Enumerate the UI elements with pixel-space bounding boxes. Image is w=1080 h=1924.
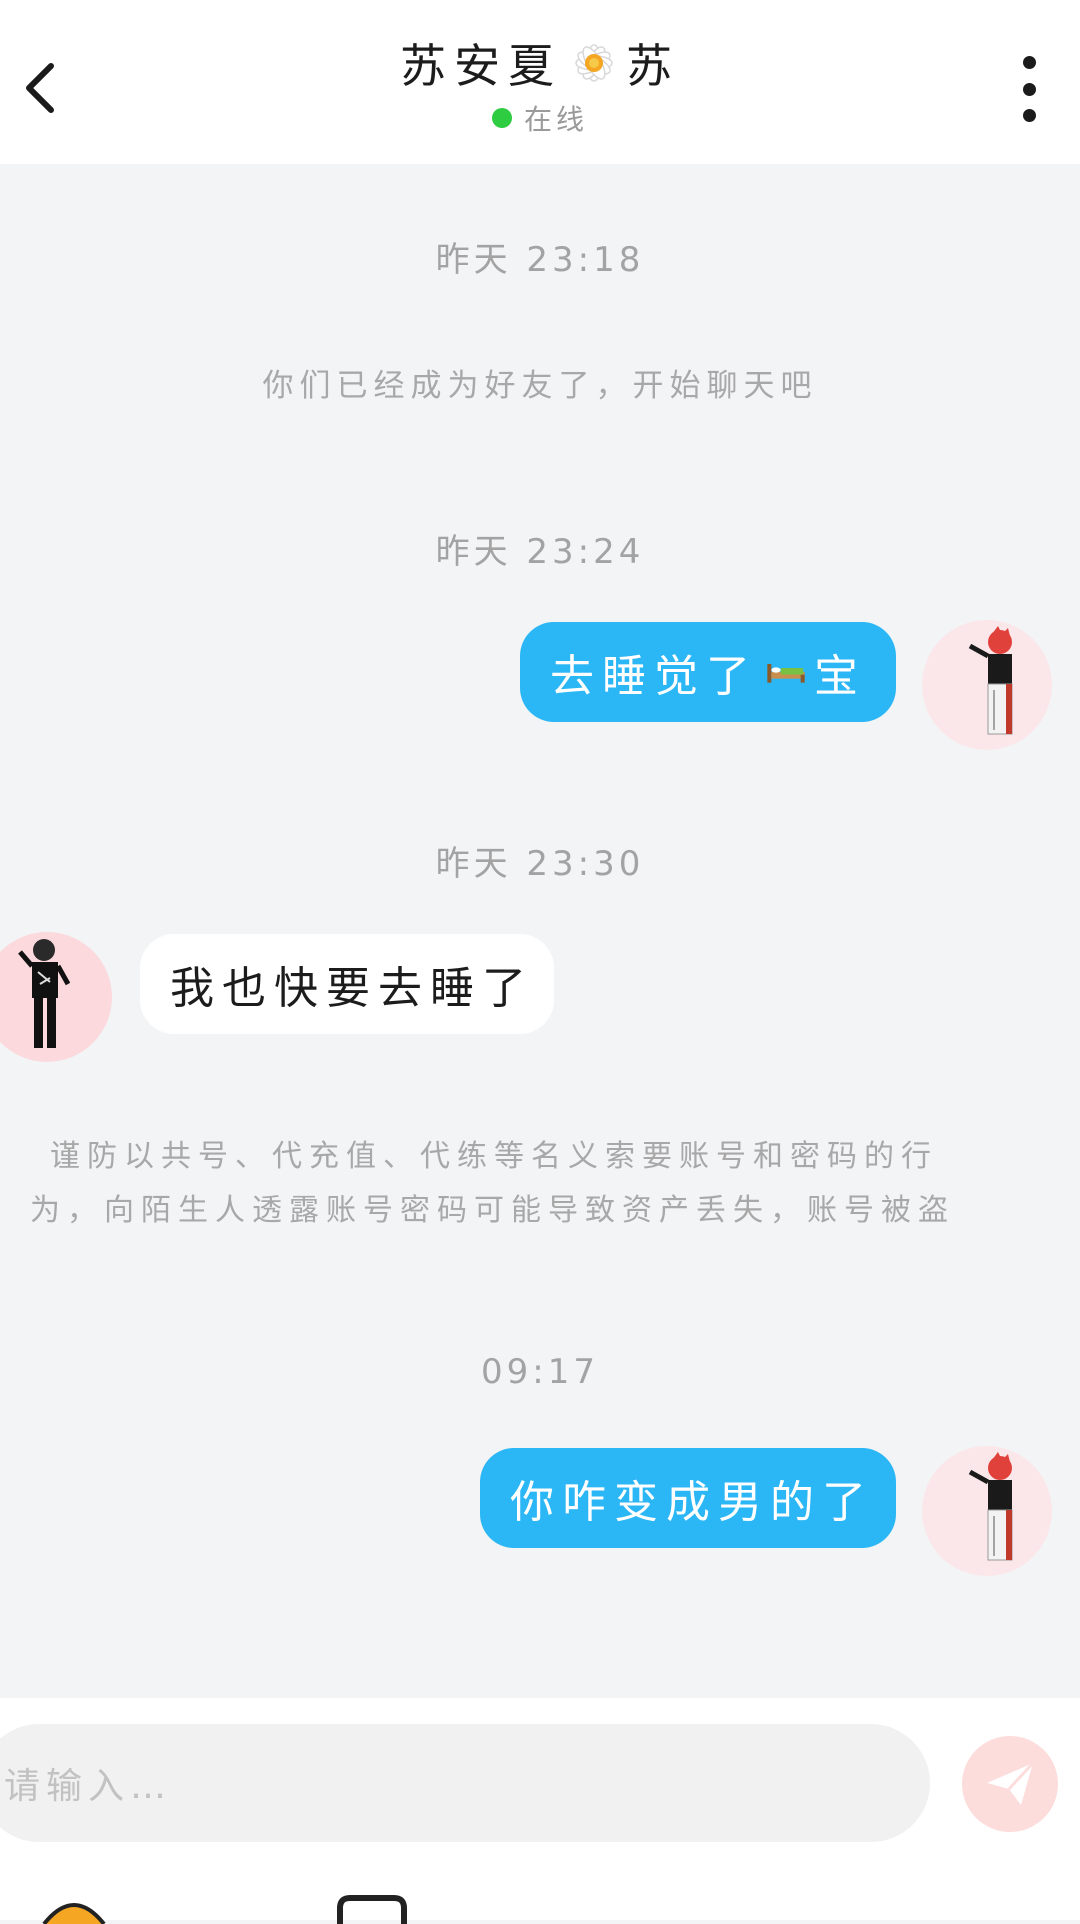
chat-title-area: 苏安夏 苏 在线 <box>0 30 1080 138</box>
timestamp: 09:17 <box>481 1352 599 1392</box>
warning-line: 谨防以共号、代充值、代练等名义索要账号和密码的行 <box>50 1139 938 1174</box>
warning-line: 为，向陌生人透露账号密码可能导致资产丢失，账号被盗 <box>30 1193 955 1228</box>
system-message: 你们已经成为好友了，开始聊天吧 <box>262 368 818 404</box>
security-warning: 谨防以共号、代充值、代练等名义索要账号和密码的行 为，向陌生人透露账号密码可能导… <box>30 1130 1030 1238</box>
outgoing-message-bubble[interactable]: 去睡觉了 宝 <box>520 622 896 722</box>
online-status-label: 在线 <box>523 103 588 136</box>
timestamp: 昨天 23:18 <box>435 240 645 280</box>
message-text: 我也快要去睡了 <box>170 963 534 1014</box>
paper-plane-icon <box>987 1761 1035 1805</box>
message-list[interactable]: 昨天 23:18 你们已经成为好友了，开始聊天吧 昨天 23:24 去睡觉了 宝… <box>0 164 1080 1698</box>
my-avatar[interactable] <box>922 620 1052 750</box>
avatar-figure-icon <box>968 626 1013 735</box>
timestamp: 昨天 23:30 <box>435 844 645 884</box>
composer-bar: 请输入… <box>0 1698 1080 1924</box>
message-input[interactable]: 请输入… <box>0 1724 930 1842</box>
message-text: 你咋变成男的了 <box>510 1477 874 1528</box>
avatar-figure-icon <box>18 939 71 1048</box>
my-avatar[interactable] <box>922 1446 1052 1576</box>
message-text: 去睡觉了 <box>550 651 758 702</box>
input-placeholder: 请输入… <box>4 1766 173 1807</box>
daisy-icon <box>575 44 613 82</box>
more-options-button[interactable] <box>1004 56 1054 122</box>
online-dot-icon <box>491 108 512 128</box>
contact-name-part1: 苏安夏 <box>400 39 562 93</box>
contact-name[interactable]: 苏安夏 苏 <box>400 30 680 96</box>
avatar-figure-icon <box>968 1452 1013 1561</box>
more-dot-icon <box>1022 56 1036 69</box>
send-button[interactable] <box>962 1736 1058 1832</box>
incoming-message-bubble[interactable]: 我也快要去睡了 <box>140 934 554 1034</box>
contact-name-part2: 苏 <box>626 39 680 93</box>
more-dot-icon <box>1022 82 1036 96</box>
online-status: 在线 <box>491 98 588 138</box>
chat-header: 苏安夏 苏 在线 <box>0 0 1080 164</box>
timestamp: 昨天 23:24 <box>435 532 645 572</box>
more-dot-icon <box>1022 109 1036 122</box>
contact-avatar[interactable] <box>0 932 112 1062</box>
bed-icon <box>767 664 805 683</box>
outgoing-message-bubble[interactable]: 你咋变成男的了 <box>480 1448 896 1548</box>
message-text: 宝 <box>814 651 866 702</box>
